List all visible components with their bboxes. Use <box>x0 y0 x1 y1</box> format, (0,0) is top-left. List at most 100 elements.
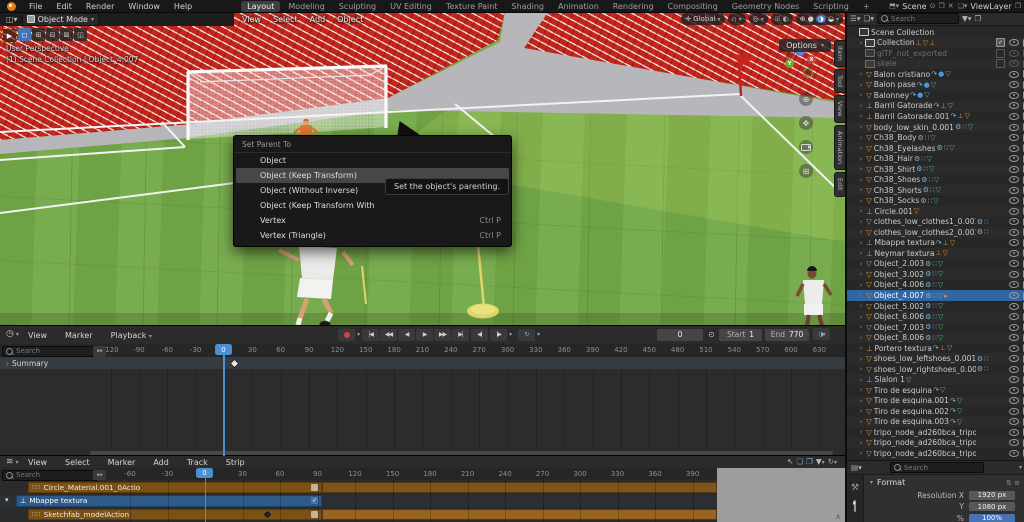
expand-chevron-icon[interactable]: › <box>857 365 865 373</box>
expand-chevron-icon[interactable]: › <box>857 186 865 194</box>
menu-render[interactable]: Render <box>79 2 121 11</box>
editor-type-icon[interactable]: ◫▾ <box>6 15 18 24</box>
outliner-row[interactable]: › ▽ Object_3.002 ⚙ ∷ ▽ <box>847 269 1024 280</box>
outliner-row[interactable]: › ▽ Object_4.006 ⚙ ∷ ▽ <box>847 280 1024 291</box>
3d-viewport[interactable]: ◫▾ Object Mode ▾ View Select Add Object ✛ G… <box>0 12 845 325</box>
chevron-down-icon[interactable]: ▾ <box>509 331 512 338</box>
outliner-row[interactable]: › ▽ Balonney ↷ ● ▽ <box>847 90 1024 101</box>
outliner-row[interactable]: › ▽ Object_6.006 ⚙ ∷ ▽ <box>847 311 1024 322</box>
tweak-cursor-icon[interactable]: ↖ <box>787 457 793 466</box>
strip-pin-icon[interactable] <box>311 510 318 518</box>
collection-checkbox-icon[interactable] <box>996 48 1005 58</box>
expand-chevron-icon[interactable]: › <box>857 91 865 99</box>
outliner-row[interactable]: › ⊥ Neymar textura ⊥ ▽ <box>847 248 1024 259</box>
hide-in-viewport-icon[interactable] <box>1009 186 1019 194</box>
workspace-tab-compositing[interactable]: Compositing <box>662 1 724 12</box>
outliner-row[interactable]: › ⊥ Portero textura ↷ ⊥ ▽ <box>847 343 1024 354</box>
chevron-down-icon[interactable]: ▾ <box>357 331 360 338</box>
outliner-row[interactable]: › ▽ Object_8.006 ⚙ ∷ ▽ <box>847 332 1024 343</box>
zoom-icon[interactable]: ⊕ <box>799 92 813 106</box>
frame-forward-button[interactable]: |▶ <box>490 328 508 341</box>
playback-sync-button[interactable]: ↻ <box>518 328 536 341</box>
hide-in-viewport-icon[interactable] <box>1009 207 1019 215</box>
hide-in-viewport-icon[interactable] <box>1009 292 1019 299</box>
context-menu-item[interactable]: Object (Keep Transform With <box>234 198 511 213</box>
new-viewlayer-icon[interactable]: ❐ <box>1015 2 1021 10</box>
hide-in-viewport-icon[interactable] <box>1009 176 1019 184</box>
select-extend-button[interactable]: ⊞ <box>32 28 45 41</box>
expand-chevron-icon[interactable]: › <box>857 39 865 47</box>
hide-in-viewport-icon[interactable] <box>1009 313 1019 321</box>
outliner-row[interactable]: › ▽ body_low_skin_0.001 ⚙ ∷ ▽ <box>847 122 1024 133</box>
play-button[interactable]: ▶ <box>416 328 434 341</box>
outliner-row[interactable]: Scene Collection <box>847 27 1024 38</box>
outliner-row[interactable]: › ▽ Object_5.002 ⚙ ∷ ▽ <box>847 301 1024 312</box>
workspace-tab-texture-paint[interactable]: Texture Paint <box>440 1 504 12</box>
workspace-tab-layout[interactable]: Layout <box>241 0 281 12</box>
proportional-editing-dropdown[interactable]: ◎ ▾ <box>748 13 768 25</box>
nla-strip[interactable] <box>322 508 717 520</box>
hide-in-viewport-icon[interactable] <box>1009 418 1019 426</box>
scene-selector[interactable]: ⬒▾ Scene ⊙ ❐ ✕ <box>889 2 954 11</box>
shading-wireframe-icon[interactable]: ⊕ <box>800 15 806 23</box>
context-menu-item[interactable]: Vertex Ctrl P <box>234 213 511 228</box>
expand-chevron-icon[interactable]: › <box>857 176 865 184</box>
expand-chevron-icon[interactable]: › <box>857 344 865 352</box>
outliner-row[interactable]: › ▽ Ch38_Shirt ⚙ ∷ ▽ <box>847 164 1024 175</box>
hide-in-viewport-icon[interactable] <box>1009 155 1019 163</box>
npanel-tab-edit[interactable]: Edit <box>834 172 845 197</box>
expand-chevron-icon[interactable]: › <box>857 70 865 78</box>
show-gizmo-icon[interactable]: ⊞ <box>775 15 781 23</box>
property-value-field[interactable]: 100% <box>969 513 1015 522</box>
hide-in-viewport-icon[interactable] <box>1009 102 1019 110</box>
hide-in-viewport-icon[interactable] <box>1009 397 1019 405</box>
hide-in-viewport-icon[interactable] <box>1009 197 1019 205</box>
panel-options-icons[interactable]: ⇅ ≡ <box>1006 479 1020 487</box>
menu-edit[interactable]: Edit <box>49 2 79 11</box>
hide-in-viewport-icon[interactable] <box>1009 49 1019 57</box>
hide-in-viewport-icon[interactable] <box>1009 70 1019 78</box>
filter-icon[interactable]: ▼▾ <box>962 14 972 23</box>
hide-in-viewport-icon[interactable] <box>1009 112 1019 120</box>
expand-chevron-icon[interactable]: › <box>857 292 865 300</box>
expand-chevron-icon[interactable]: › <box>857 355 865 363</box>
gizmo-axis-neg-y[interactable] <box>803 68 813 78</box>
outliner-row[interactable]: › ▽ Tiro de esquina ↷ ▽ <box>847 385 1024 396</box>
snapping-dropdown[interactable]: ∩ ▾ <box>727 13 746 25</box>
collapse-chevron-icon[interactable]: ▾ <box>5 496 9 504</box>
nla-menu-track[interactable]: Track <box>187 458 208 467</box>
move-view-icon[interactable]: ✥ <box>799 116 813 130</box>
expand-chevron-icon[interactable]: › <box>857 281 865 289</box>
outliner-row[interactable]: › ▽ Object_2.003 ⚙ ∷ ▽ <box>847 259 1024 270</box>
expand-chevron-icon[interactable]: › <box>857 239 865 247</box>
timeline-menu-playback[interactable]: Playback ▾ <box>111 331 152 340</box>
nla-strip-name[interactable]: ∷∷ Sketchfab_modelAction <box>28 508 322 521</box>
nla-search-input[interactable]: Search <box>2 469 98 481</box>
hide-in-viewport-icon[interactable] <box>1009 355 1019 363</box>
hide-in-viewport-icon[interactable] <box>1009 428 1019 436</box>
expand-chevron-icon[interactable]: › <box>857 439 865 447</box>
jump-to-prev-keyframe-button[interactable]: ◀◀ <box>380 328 398 341</box>
hide-in-viewport-icon[interactable] <box>1009 376 1019 384</box>
menu-window[interactable]: Window <box>121 2 167 11</box>
expand-chevron-icon[interactable]: › <box>857 218 865 226</box>
shading-rendered-icon[interactable]: ◒ <box>828 15 834 23</box>
transform-orientation-dropdown[interactable]: ✛ Global ▾ <box>681 13 725 25</box>
outliner-row[interactable]: › ▽ Ch38_Socks ⚙ ∷ ▽ <box>847 195 1024 206</box>
timeline-menu-marker[interactable]: Marker <box>65 331 93 340</box>
outliner-row[interactable]: › ▽ Object_4.007 ⚙ ∷ ▽ ▸ <box>847 290 1024 301</box>
workspace-tab-rendering[interactable]: Rendering <box>607 1 660 12</box>
expand-chevron-icon[interactable]: › <box>857 134 865 142</box>
pin-icon[interactable]: ⊙ <box>930 2 936 10</box>
timeline-ruler[interactable]: -120-90-60-30030609012015018021024027030… <box>0 344 845 358</box>
timeline-menu-view[interactable]: View <box>28 331 47 340</box>
expand-chevron-icon[interactable]: › <box>857 165 865 173</box>
properties-search-input[interactable]: Search <box>889 462 984 473</box>
outliner-row[interactable]: › ▽ Balon cristiano ↷ ● ▽ <box>847 69 1024 80</box>
outliner-row[interactable]: › ▽ Ch38_Body ⚙ ∷ ▽ <box>847 132 1024 143</box>
workspace-tab-sculpting[interactable]: Sculpting <box>333 1 382 12</box>
workspace-tab-modeling[interactable]: Modeling <box>282 1 330 12</box>
outliner-row[interactable]: › ▽ Ch38_Shorts ⚙ ∷ ▽ <box>847 185 1024 196</box>
outliner-row[interactable]: › ▽ Ch38_Hair ⚙ ∷ ▽ <box>847 153 1024 164</box>
viewlayer-selector[interactable]: ❏▾ ViewLayer ❐ <box>958 2 1021 11</box>
